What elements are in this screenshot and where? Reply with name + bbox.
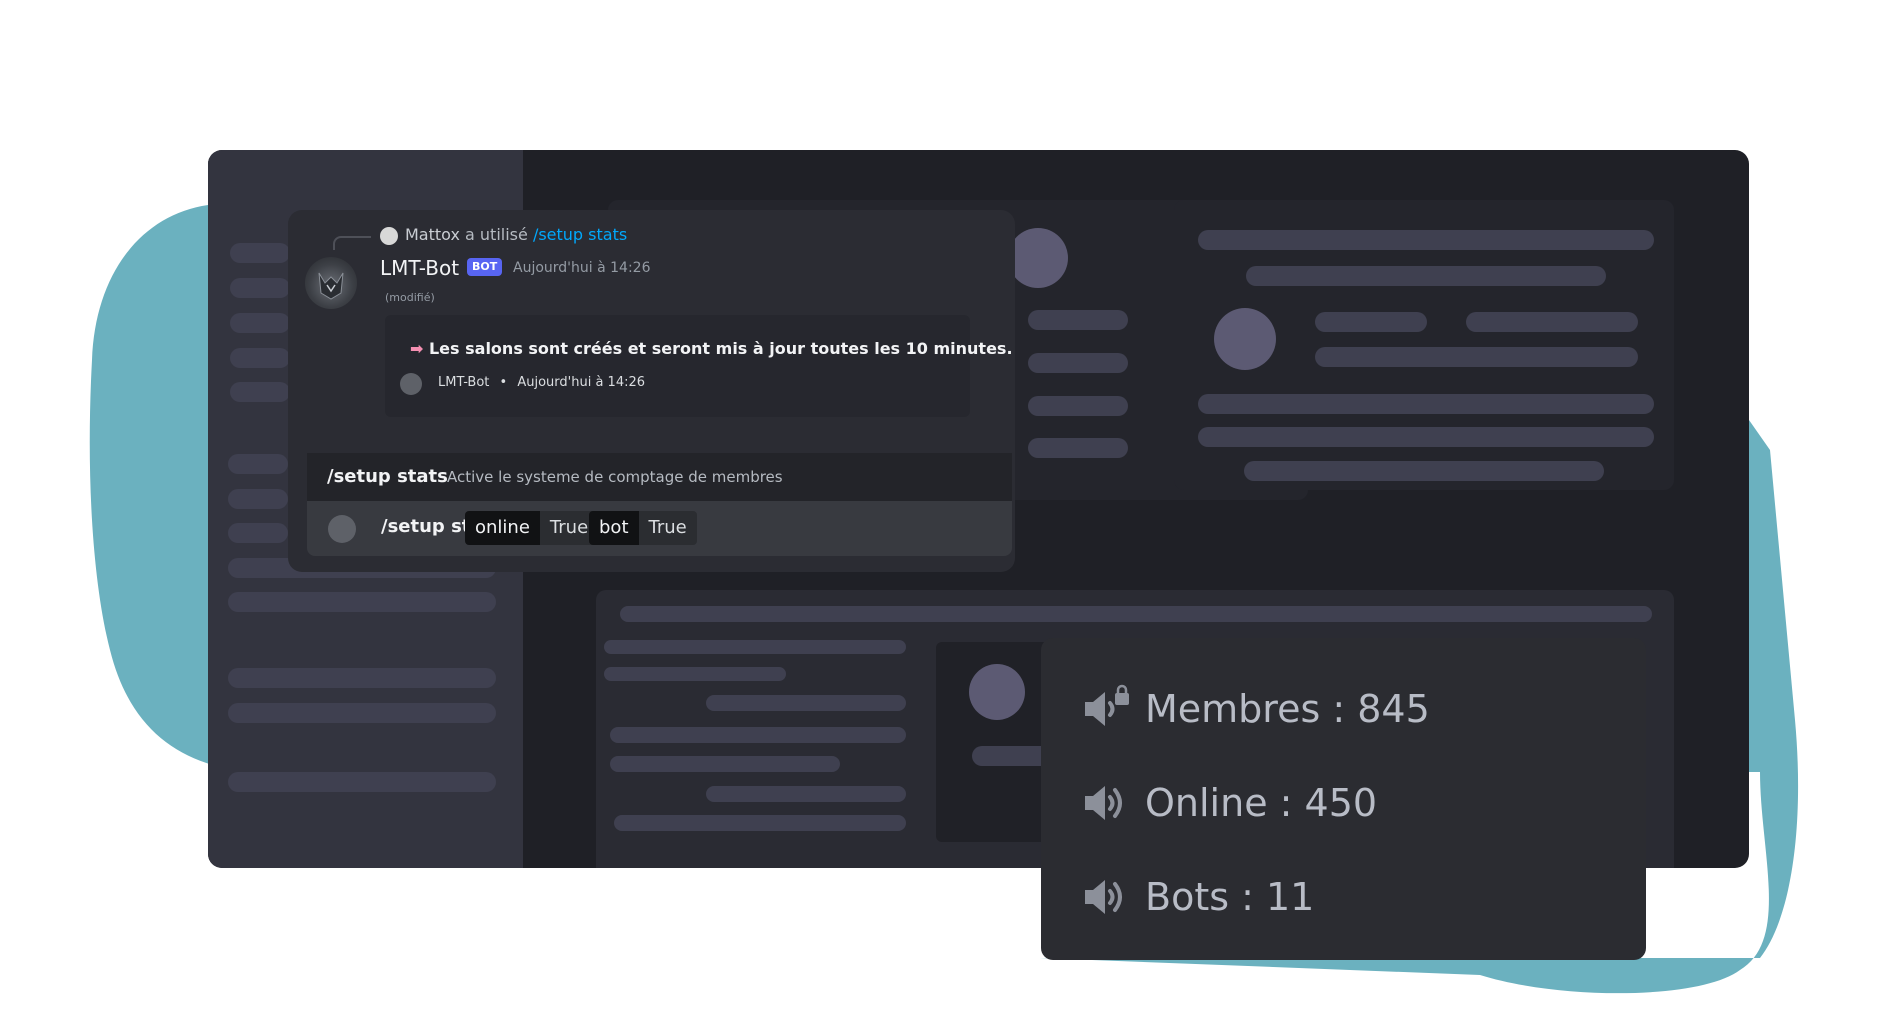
placeholder-bar [1198, 427, 1654, 447]
channel-item-online[interactable]: Online : 450 [1081, 778, 1377, 828]
placeholder-avatar [1008, 228, 1068, 288]
placeholder-bar [610, 756, 840, 772]
embed-footer-separator: • [499, 375, 508, 390]
channel-label: Membres : 845 [1145, 687, 1430, 731]
embed-footer: LMT-Bot • Aujourd'hui à 14:26 [438, 375, 645, 390]
command-option-bot[interactable]: bot True [589, 511, 697, 545]
placeholder-bar [230, 243, 290, 263]
reply-connector [333, 236, 371, 250]
bot-avatar[interactable] [305, 257, 357, 309]
placeholder-bar [230, 278, 290, 298]
message-input[interactable]: /setup stats online True bot True [307, 501, 1012, 556]
embed-footer-avatar [400, 373, 422, 395]
embed-text: Les salons sont créés et seront mis à jo… [428, 339, 1013, 358]
placeholder-bar [228, 523, 288, 543]
channel-label: Bots : 11 [1145, 875, 1315, 919]
command-option-online[interactable]: online True [465, 511, 599, 545]
placeholder-bar [604, 667, 786, 681]
reply-username[interactable]: Mattox [405, 225, 460, 244]
command-autocomplete-item[interactable]: /setup stats Active le systeme de compta… [307, 453, 1012, 501]
embed-footer-name: LMT-Bot [438, 375, 490, 390]
embed-description: ➡ Les salons sont créés et seront mis à … [410, 339, 1013, 358]
command-description: Active le systeme de comptage de membres [447, 468, 783, 486]
placeholder-bar [228, 703, 496, 723]
embed-footer-time: Aujourd'hui à 14:26 [517, 375, 646, 390]
edited-label: (modifié) [385, 291, 435, 304]
placeholder-bar [1028, 353, 1128, 373]
placeholder-bar [228, 772, 496, 792]
placeholder-bar [1315, 347, 1638, 367]
placeholder-bar [1198, 230, 1654, 250]
placeholder-bar [614, 815, 906, 831]
voice-channel-list: Membres : 845 Online : 450 Bots : 11 [1041, 638, 1646, 960]
placeholder-bar [228, 454, 288, 474]
option-name: online [465, 511, 540, 545]
option-value[interactable]: True [638, 511, 697, 545]
locked-speaker-icon [1085, 684, 1129, 726]
placeholder-bar [1028, 438, 1128, 458]
placeholder-bar [228, 489, 288, 509]
placeholder-bar [1466, 312, 1638, 332]
message-embed: ➡ Les salons sont créés et seront mis à … [385, 315, 1013, 417]
placeholder-bar [1028, 396, 1128, 416]
reply-command[interactable]: /setup stats [533, 225, 627, 244]
channel-label: Online : 450 [1145, 781, 1378, 825]
placeholder-bar [706, 695, 906, 711]
placeholder-bar [230, 382, 290, 402]
speaker-icon [1085, 880, 1122, 914]
message-timestamp: Aujourd'hui à 14:26 [513, 260, 651, 276]
placeholder-bar [1244, 461, 1604, 481]
placeholder-bar [1028, 310, 1128, 330]
reply-reference[interactable]: Mattox a utilisé /setup stats [405, 225, 627, 244]
speaker-icon [1085, 786, 1122, 820]
placeholder-bar [972, 746, 1052, 766]
chat-message-panel: Mattox a utilisé /setup stats LMT-Bot BO… [288, 210, 1015, 572]
bot-username[interactable]: LMT-Bot [380, 256, 459, 280]
placeholder-bar [620, 606, 1652, 622]
placeholder-bar [610, 727, 906, 743]
channel-item-membres[interactable]: Membres : 845 [1081, 684, 1430, 734]
placeholder-avatar [969, 664, 1025, 720]
right-arrow-icon: ➡ [410, 339, 424, 358]
placeholder-bar [230, 348, 290, 368]
reply-user-avatar[interactable] [380, 227, 398, 245]
option-name: bot [589, 511, 639, 545]
placeholder-bar [1315, 312, 1427, 332]
reply-action: a utilisé [465, 225, 528, 244]
command-app-icon [328, 515, 356, 543]
placeholder-profile-card [1174, 200, 1674, 490]
placeholder-subcard [936, 642, 1056, 842]
bot-avatar-image [318, 272, 344, 300]
bot-tag-badge: BOT [467, 258, 503, 276]
placeholder-avatar [1214, 308, 1276, 370]
placeholder-bar [706, 786, 906, 802]
channel-item-bots[interactable]: Bots : 11 [1081, 872, 1314, 922]
placeholder-bar [1198, 394, 1654, 414]
placeholder-bar [228, 668, 496, 688]
placeholder-bar [230, 313, 290, 333]
command-name: /setup stats [327, 466, 448, 487]
placeholder-bar [1246, 266, 1606, 286]
placeholder-bar [228, 592, 496, 612]
placeholder-bar [604, 640, 906, 654]
